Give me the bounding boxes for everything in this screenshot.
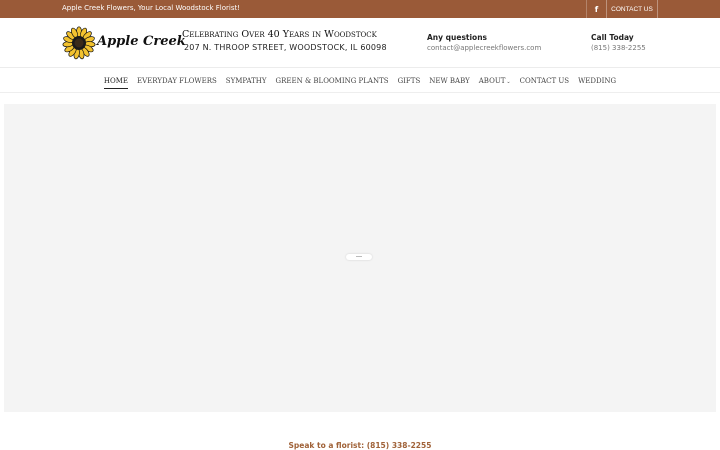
main-nav: HOME EVERYDAY FLOWERS SYMPATHY GREEN & B…: [0, 69, 720, 93]
logo[interactable]: Apple Creek: [62, 26, 186, 60]
logo-text: Apple Creek: [97, 34, 186, 49]
store-address: 207 N. THROOP STREET, WOODSTOCK, IL 6009…: [184, 43, 387, 52]
call-title: Call Today: [591, 33, 634, 42]
nav-item-about-label: ABOUT: [478, 77, 506, 85]
nav-item-new-baby[interactable]: NEW BABY: [425, 77, 475, 85]
speak-to-florist-link[interactable]: Speak to a florist: (815) 338-2255: [0, 441, 720, 450]
top-contact-link[interactable]: CONTACT US: [606, 0, 658, 18]
site-header: Apple Creek Celebrating Over 40 Years in…: [0, 18, 720, 68]
nav-item-gifts[interactable]: GIFTS: [393, 77, 425, 85]
questions-title: Any questions: [427, 33, 488, 42]
nav-item-sympathy[interactable]: SYMPATHY: [221, 77, 271, 85]
top-bar: Apple Creek Flowers, Your Local Woodstoc…: [0, 0, 720, 18]
sunflower-icon: [62, 26, 96, 60]
loading-spinner-icon: [346, 254, 372, 260]
nav-item-about[interactable]: ABOUT⌄: [474, 77, 515, 85]
chevron-down-icon: ⌄: [506, 79, 511, 85]
nav-item-home[interactable]: HOME: [99, 77, 132, 89]
nav-item-contact-us[interactable]: CONTACT US: [515, 77, 574, 85]
contact-email-link[interactable]: contact@applecreekflowers.com: [427, 44, 541, 52]
phone-link[interactable]: (815) 338-2255: [591, 44, 646, 52]
celebrate-heading: Celebrating Over 40 Years in Woodstock: [182, 29, 377, 40]
nav-item-green-blooming-plants[interactable]: GREEN & BLOOMING PLANTS: [271, 77, 393, 85]
nav-item-everyday-flowers[interactable]: EVERYDAY FLOWERS: [133, 77, 222, 85]
tagline: Apple Creek Flowers, Your Local Woodstoc…: [62, 4, 241, 12]
nav-item-wedding[interactable]: WEDDING: [574, 77, 621, 85]
facebook-icon[interactable]: f: [586, 0, 606, 18]
